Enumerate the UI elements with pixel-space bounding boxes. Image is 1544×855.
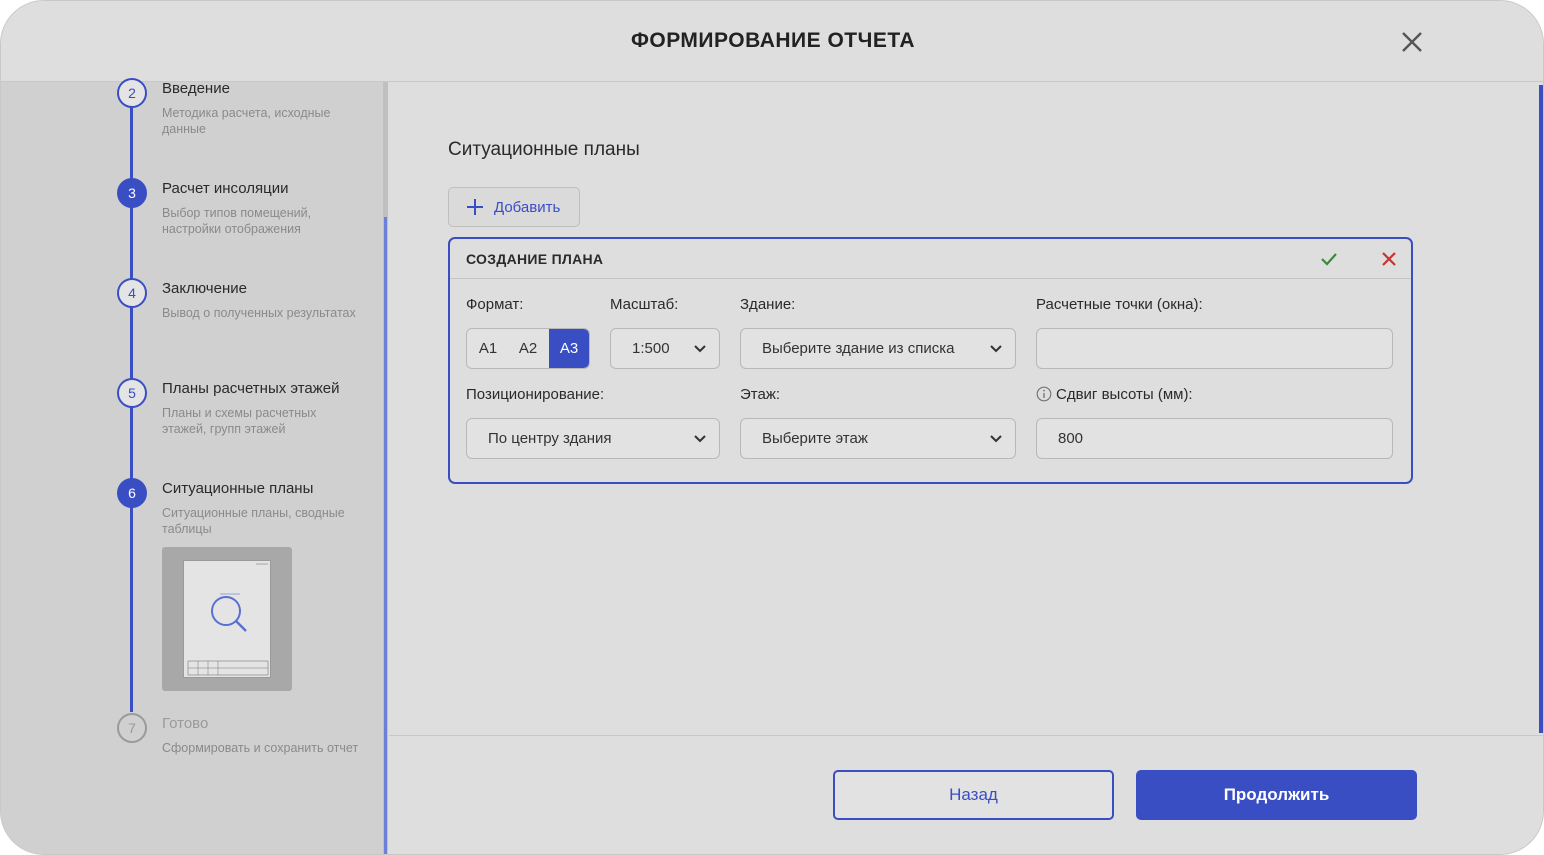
format-option-a3[interactable]: A3: [549, 329, 589, 368]
confirm-icon[interactable]: [1320, 250, 1338, 268]
step-number: 5: [117, 378, 147, 408]
height-shift-label: Сдвиг высоты (мм):: [1056, 386, 1193, 403]
step-subtitle: Выбор типов помещений, настройки отображ…: [162, 206, 312, 236]
building-label: Здание:: [740, 296, 796, 313]
building-select[interactable]: Выберите здание из списка: [740, 328, 1016, 369]
step-title: Заключение: [162, 280, 247, 297]
step-number: 6: [117, 478, 147, 508]
dialog-title: ФОРМИРОВАНИЕ ОТЧЕТА: [630, 29, 916, 52]
points-label: Расчетные точки (окна):: [1036, 296, 1203, 313]
step-subtitle: Вывод о полученных результатах: [162, 306, 356, 320]
footer-divider: [389, 735, 1543, 736]
step-title: Расчет инсоляции: [162, 180, 289, 197]
scale-value: 1:500: [632, 340, 670, 357]
report-dialog: ФОРМИРОВАНИЕ ОТЧЕТА 2 Введение Методика …: [0, 0, 1544, 855]
magnifier-icon: [187, 563, 269, 676]
chevron-down-icon: [990, 435, 1002, 443]
sidebar-scrollbar-thumb[interactable]: [384, 217, 387, 854]
preview-page: [183, 560, 271, 678]
step-subtitle: Сформировать и сохранить отчет: [162, 741, 359, 755]
close-icon[interactable]: [1399, 29, 1425, 55]
add-button[interactable]: Добавить: [448, 187, 580, 227]
step-number: 4: [117, 278, 147, 308]
height-shift-value: 800: [1058, 430, 1084, 447]
positioning-select[interactable]: По центру здания: [466, 418, 720, 459]
floor-select[interactable]: Выберите этаж: [740, 418, 1016, 459]
info-icon[interactable]: [1036, 386, 1052, 402]
format-label: Формат:: [466, 296, 524, 313]
chevron-down-icon: [990, 345, 1002, 353]
section-title: Ситуационные планы: [448, 139, 640, 160]
card-title: СОЗДАНИЕ ПЛАНА: [466, 251, 604, 267]
step-number: 7: [117, 713, 147, 743]
scale-label: Масштаб:: [610, 296, 679, 313]
step-title: Планы расчетных этажей: [162, 380, 340, 397]
chevron-down-icon: [694, 435, 706, 443]
step-subtitle: Ситуационные планы, сводные таблицы: [162, 506, 345, 536]
card-header: СОЗДАНИЕ ПЛАНА: [450, 239, 1411, 279]
step-title: Ситуационные планы: [162, 480, 314, 497]
add-button-label: Добавить: [494, 199, 561, 216]
step-title: Введение: [162, 80, 230, 97]
format-option-a1[interactable]: A1: [468, 329, 508, 368]
scale-select[interactable]: 1:500: [610, 328, 720, 369]
dialog-header: ФОРМИРОВАНИЕ ОТЧЕТА: [1, 1, 1543, 82]
continue-button[interactable]: Продолжить: [1136, 770, 1417, 820]
positioning-value: По центру здания: [488, 430, 612, 447]
step-number: 2: [117, 78, 147, 108]
main-scrollbar[interactable]: [1539, 85, 1543, 733]
format-selector: A1 A2 A3: [466, 328, 590, 369]
chevron-down-icon: [694, 345, 706, 353]
step-subtitle: Планы и схемы расчетных этажей, групп эт…: [162, 406, 317, 436]
floor-label: Этаж:: [740, 386, 781, 403]
positioning-label: Позиционирование:: [466, 386, 605, 403]
plus-icon: [467, 199, 483, 215]
step-number: 3: [117, 178, 147, 208]
format-option-a2[interactable]: A2: [508, 329, 548, 368]
points-input[interactable]: [1036, 328, 1393, 369]
floor-placeholder: Выберите этаж: [762, 430, 868, 447]
cancel-icon[interactable]: [1380, 250, 1398, 268]
height-shift-input[interactable]: 800: [1036, 418, 1393, 459]
page-preview-thumbnail[interactable]: [162, 547, 292, 691]
building-placeholder: Выберите здание из списка: [762, 340, 955, 357]
step-subtitle: Методика расчета, исходные данные: [162, 106, 331, 136]
back-button[interactable]: Назад: [833, 770, 1114, 820]
step-title: Готово: [162, 715, 209, 732]
